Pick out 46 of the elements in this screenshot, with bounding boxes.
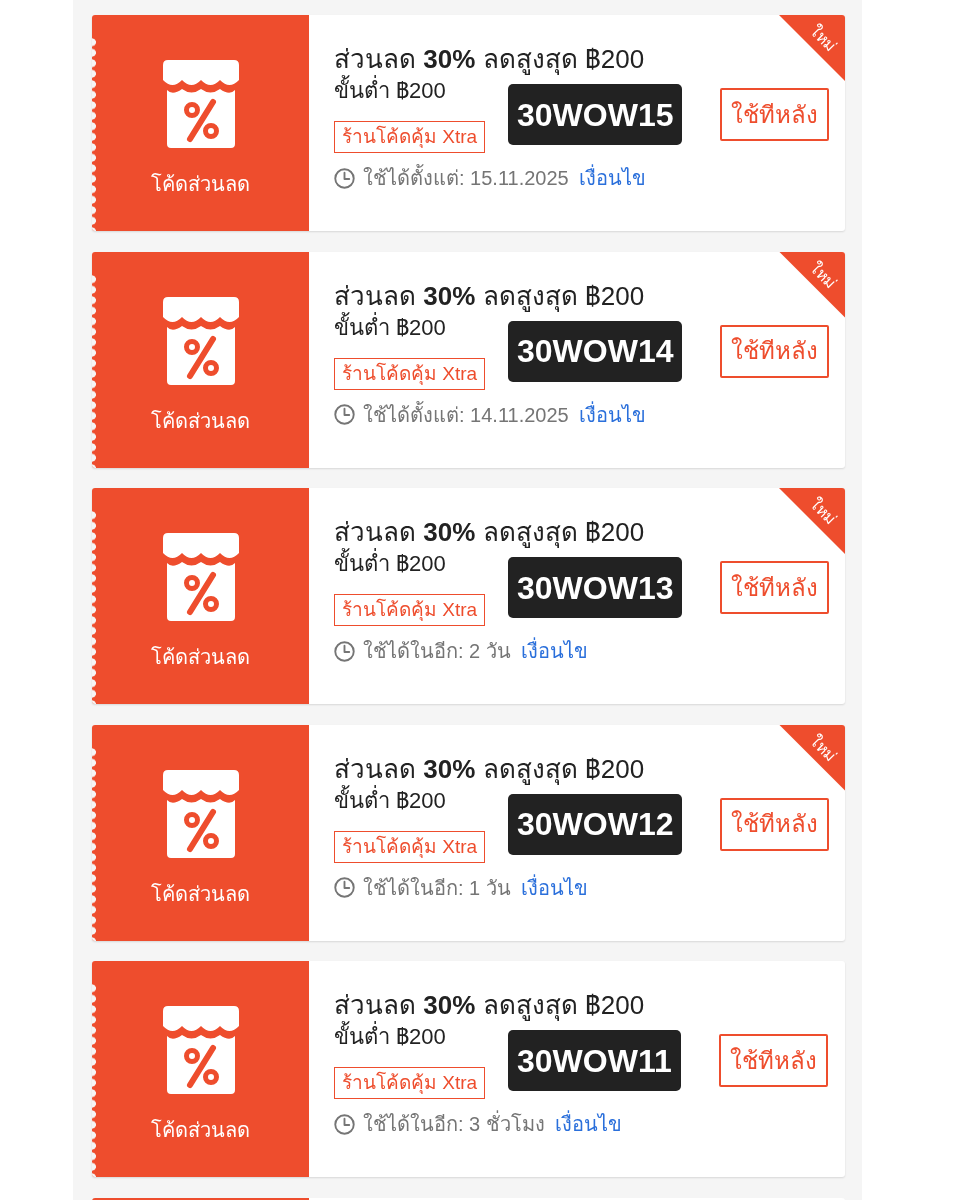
shop-tag: ร้านโค้ดคุ้ม Xtra bbox=[334, 594, 486, 626]
min-spend-text: ขั้นต่ำ ฿200 bbox=[334, 312, 447, 342]
coupon-type-label: โค้ดส่วนลด bbox=[151, 172, 250, 197]
shop-tag: ร้านโค้ดคุ้ม Xtra bbox=[334, 357, 486, 390]
shop-tag: ร้านโค้ดคุ้ม Xtra bbox=[334, 830, 486, 863]
voucher-code: 30WOW15 bbox=[508, 84, 683, 145]
terms-link[interactable]: เงื่อนไข bbox=[554, 1110, 622, 1138]
validity-text: ใช้ได้ในอีก: 1 วัน bbox=[363, 875, 511, 901]
use-later-button[interactable]: ใช้ทีหลัง bbox=[720, 88, 830, 141]
store-percent-icon bbox=[162, 296, 239, 385]
store-percent-icon bbox=[162, 1006, 239, 1094]
voucher-code: 30WOW14 bbox=[508, 320, 683, 382]
terms-link[interactable]: เงื่อนไข bbox=[578, 164, 646, 192]
clock-icon bbox=[334, 1113, 355, 1135]
coupon-type-label: โค้ดส่วนลด bbox=[151, 1118, 250, 1143]
min-spend-text: ขั้นต่ำ ฿200 bbox=[334, 76, 504, 106]
shop-tag: ร้านโค้ดคุ้ม Xtra bbox=[334, 121, 486, 153]
validity-text: ใช้ได้ตั้งแต่: 15.11.2025 bbox=[363, 164, 569, 192]
clock-icon bbox=[334, 640, 355, 662]
voucher-code: 30WOW13 bbox=[508, 557, 683, 618]
coupon-title: ส่วนลด 30% ลดสูงสุด ฿200 bbox=[334, 989, 646, 1021]
use-later-button[interactable]: ใช้ทีหลัง bbox=[720, 324, 830, 378]
min-spend-text: ขั้นต่ำ ฿200 bbox=[334, 1022, 504, 1052]
min-spend-text: ขั้นต่ำ ฿200 bbox=[334, 785, 447, 815]
shop-tag: ร้านโค้ดคุ้ม Xtra bbox=[334, 1067, 486, 1099]
store-percent-icon bbox=[162, 769, 239, 858]
terms-link[interactable]: เงื่อนไข bbox=[578, 400, 646, 429]
coupon-type-label: โค้ดส่วนลด bbox=[151, 881, 250, 907]
min-spend-text: ขั้นต่ำ ฿200 bbox=[334, 549, 504, 579]
use-later-button[interactable]: ใช้ทีหลัง bbox=[720, 561, 830, 614]
validity-text: ใช้ได้ในอีก: 2 วัน bbox=[363, 639, 511, 664]
use-later-button[interactable]: ใช้ทีหลัง bbox=[718, 1034, 828, 1087]
terms-link[interactable]: เงื่อนไข bbox=[520, 873, 588, 902]
validity-text: ใช้ได้ในอีก: 3 ชั่วโมง bbox=[363, 1110, 545, 1138]
clock-icon bbox=[334, 404, 355, 425]
coupon-type-label: โค้ดส่วนลด bbox=[151, 645, 250, 670]
use-later-button[interactable]: ใช้ทีหลัง bbox=[720, 797, 830, 851]
clock-icon bbox=[334, 167, 355, 189]
store-percent-icon bbox=[162, 60, 239, 148]
store-percent-icon bbox=[162, 533, 239, 621]
coupon-type-label: โค้ดส่วนลด bbox=[151, 408, 250, 434]
terms-link[interactable]: เงื่อนไข bbox=[520, 637, 588, 665]
voucher-code: 30WOW11 bbox=[508, 1030, 681, 1091]
voucher-code: 30WOW12 bbox=[508, 793, 683, 855]
clock-icon bbox=[334, 877, 355, 898]
validity-text: ใช้ได้ตั้งแต่: 14.11.2025 bbox=[363, 400, 569, 428]
